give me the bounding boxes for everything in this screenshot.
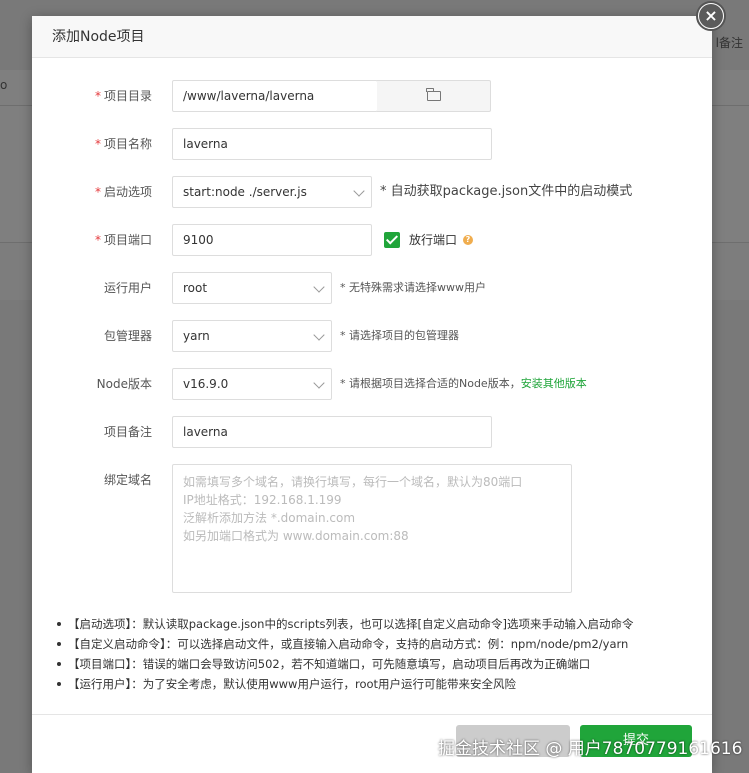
node-version-select[interactable]: v16.9.0 (172, 368, 332, 400)
start-option-value: start:node ./server.js (183, 185, 307, 199)
node-version-row: Node版本 v16.9.0 * 请根据项目选择合适的Node版本，安装其他版本 (32, 368, 712, 400)
run-user-row: 运行用户 root * 无特殊需求请选择www用户 (32, 272, 712, 304)
placeholder-line: 泛解析添加方法 *.domain.com (183, 511, 356, 525)
package-manager-label: 包管理器 (103, 329, 152, 343)
node-version-label: Node版本 (96, 377, 152, 391)
note-item: 【运行用户】：为了安全考虑，默认使用www用户运行，root用户运行可能带来安全… (54, 674, 704, 694)
run-user-select[interactable]: root (172, 272, 332, 304)
package-manager-hint: * 请选择项目的包管理器 (340, 329, 459, 342)
project-dir-label: * 项目目录 (94, 89, 152, 103)
start-option-select[interactable]: start:node ./server.js (172, 176, 372, 208)
add-node-project-dialog: 添加Node项目 * 项目目录 /www/laverna/laverna * 项目名… (32, 16, 712, 773)
open-port-label[interactable]: 放行端口 (409, 224, 457, 256)
package-manager-select[interactable]: yarn (172, 320, 332, 352)
project-name-row: * 项目名称 laverna (32, 128, 712, 160)
placeholder-line: IP地址格式：192.168.1.199 (183, 493, 342, 507)
install-other-version-link[interactable]: 安装其他版本 (521, 377, 587, 390)
bind-domain-textarea[interactable]: 如需填写多个域名，请换行填写，每行一个域名，默认为80端口 IP地址格式：192… (172, 464, 572, 593)
start-option-row: * 启动选项 start:node ./server.js * 自动获取packa… (32, 176, 712, 208)
project-dir-input[interactable]: /www/laverna/laverna (172, 80, 378, 112)
close-icon: × (699, 4, 723, 28)
help-icon[interactable]: ? (463, 235, 473, 245)
start-option-label: * 启动选项 (94, 185, 152, 199)
watermark: 掘金技术社区 @ 用户7870779161616 (438, 739, 743, 759)
project-port-input[interactable]: 9100 (172, 224, 372, 256)
project-dir-row: * 项目目录 /www/laverna/laverna (32, 80, 712, 112)
package-manager-value: yarn (183, 329, 210, 343)
folder-icon (426, 88, 441, 101)
note-item: 【项目端口】：错误的端口会导致访问502，若不知道端口，可先随意填写，启动项目后… (54, 654, 704, 674)
chevron-down-icon (313, 329, 325, 341)
project-port-label: * 项目端口 (94, 233, 152, 247)
dialog-title: 添加Node项目 (32, 16, 712, 58)
open-port-checkbox[interactable] (384, 232, 400, 248)
project-remark-label: 项目备注 (103, 425, 152, 439)
node-version-hint: * 请根据项目选择合适的Node版本，安装其他版本 (340, 377, 587, 390)
start-option-hint: * 自动获取package.json文件中的启动模式 (380, 184, 633, 199)
node-version-value: v16.9.0 (183, 377, 229, 391)
project-name-label: * 项目名称 (94, 137, 152, 151)
bind-domain-label: 绑定域名 (103, 473, 152, 487)
run-user-label: 运行用户 (103, 281, 152, 295)
project-port-row: * 项目端口 9100 放行端口 ? (32, 224, 712, 256)
chevron-down-icon (313, 281, 325, 293)
chevron-down-icon (313, 377, 325, 389)
project-remark-input[interactable]: laverna (172, 416, 492, 448)
browse-folder-button[interactable] (377, 80, 491, 112)
close-dialog-button[interactable]: × (696, 1, 726, 31)
project-remark-row: 项目备注 laverna (32, 416, 712, 448)
run-user-hint: * 无特殊需求请选择www用户 (340, 281, 486, 294)
chevron-down-icon (353, 185, 365, 197)
placeholder-line: 如需填写多个域名，请换行填写，每行一个域名，默认为80端口 (183, 475, 523, 489)
package-manager-row: 包管理器 yarn * 请选择项目的包管理器 (32, 320, 712, 352)
note-item: 【自定义启动命令】：可以选择启动文件，或直接输入启动命令，支持的启动方式：例：n… (54, 634, 704, 654)
placeholder-line: 如另加端口格式为 www.domain.com:88 (183, 529, 409, 543)
project-name-input[interactable]: laverna (172, 128, 492, 160)
help-notes: 【启动选项】：默认读取package.json中的scripts列表，也可以选择… (54, 614, 704, 694)
run-user-value: root (183, 281, 208, 295)
note-item: 【启动选项】：默认读取package.json中的scripts列表，也可以选择… (54, 614, 704, 634)
